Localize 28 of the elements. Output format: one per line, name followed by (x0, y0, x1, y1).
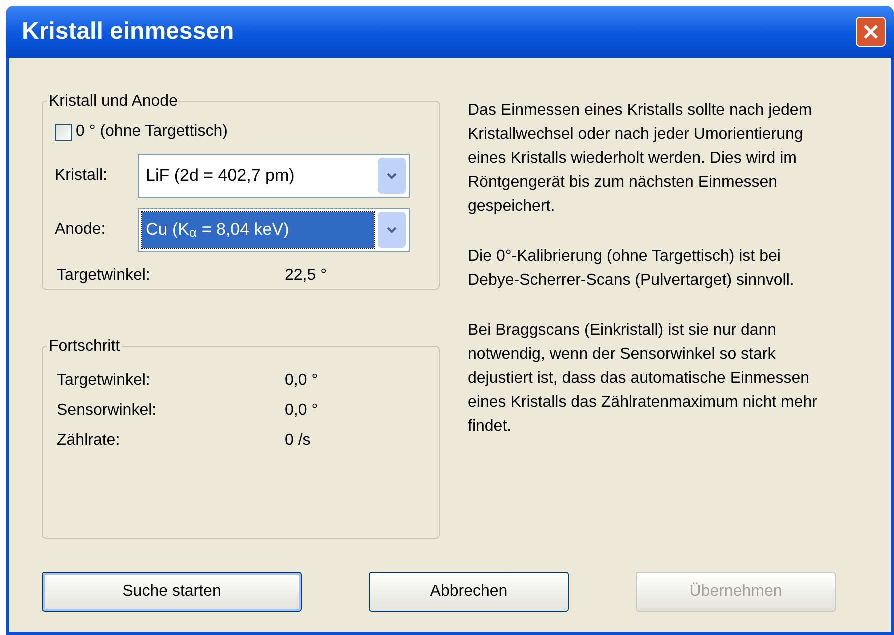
readout-label: Targetwinkel: (56, 371, 152, 391)
readout-label: Zählrate: (56, 431, 122, 451)
chevron-down-icon (386, 171, 398, 181)
checkbox[interactable] (55, 124, 72, 140)
info-paragraph: Bei Braggscans (Einkristall) ist sie nur dann notwendig, wenn der Sensorwinkel so stark dejustiert ist, dass das automatische Einmessen eines Kristalls das Zählratenmaximum nicht mehr findet. (468, 321, 818, 437)
dialog-button[interactable]: Suche starten (42, 572, 302, 612)
window-title: Kristall einmessen (22, 17, 234, 47)
readout-value: 0 /s (285, 431, 311, 451)
dropdown[interactable]: Cu (K$_{α}$ = 8,04 keV) (138, 208, 410, 252)
readout-value: 0,0 ° (285, 401, 318, 421)
readout-value: 22,5 ° (285, 266, 327, 286)
close-icon (862, 23, 880, 41)
dropdown-arrow-button[interactable] (378, 158, 406, 194)
checkbox-label: 0 ° (ohne Targettisch) (76, 122, 228, 142)
field-label: Anode: (55, 220, 107, 240)
close-button[interactable] (856, 17, 886, 47)
dropdown-value: LiF (2d = 402,7 pm) (145, 165, 296, 188)
dropdown-arrow-button[interactable] (378, 212, 406, 248)
dropdown[interactable]: LiF (2d = 402,7 pm) (138, 154, 410, 198)
dropdown-value: Cu (K$_{α}$ = 8,04 keV) (142, 212, 374, 248)
field-label: Kristall: (55, 166, 108, 186)
dialog-button[interactable]: Abbrechen (369, 572, 569, 612)
info-paragraph: Die 0°-Kalibrierung (ohne Targettisch) ist bei Debye-Scherrer-Scans (Pulvertarget) sinnvoll. (468, 247, 796, 291)
info-paragraph: Das Einmessen eines Kristalls sollte nach jedem Kristallwechsel oder nach jeder Umorientierung eines Kristalls wiederholt werden. Dies wird im Röntgengerät bis zum nächsten Einmessen gespeichert. (468, 101, 814, 217)
chevron-down-icon (386, 225, 398, 235)
readout-value: 0,0 ° (285, 371, 318, 391)
readout-label: Sensorwinkel: (56, 401, 158, 421)
readout-label: Targetwinkel: (56, 266, 152, 286)
